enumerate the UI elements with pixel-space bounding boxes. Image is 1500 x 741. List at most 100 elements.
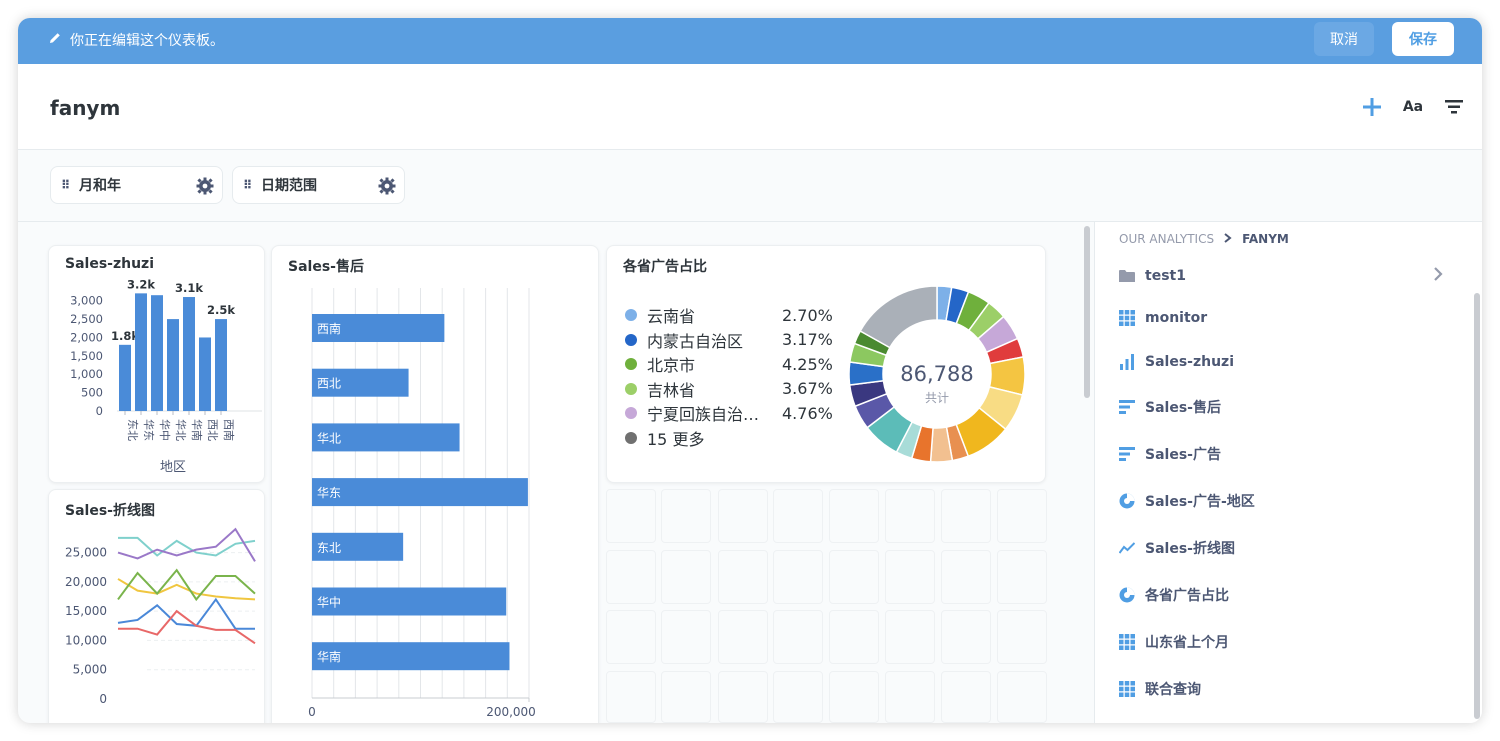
sidebar-item-3[interactable]: Sales-售后: [1119, 395, 1221, 419]
grid-cell: [885, 610, 935, 664]
sidebar-item-5[interactable]: Sales-广告-地区: [1119, 489, 1255, 513]
sidebar-item-label: 山东省上个月: [1145, 635, 1229, 651]
x-tick-label: 200,000: [486, 705, 536, 719]
bar-label: 西南: [317, 321, 341, 336]
table-icon: [1119, 681, 1135, 697]
dashboard-title[interactable]: fanym: [50, 96, 120, 120]
plus-icon[interactable]: [1362, 94, 1382, 120]
sidebar-item-label: monitor: [1145, 310, 1208, 326]
y-tick-label: 3,000: [70, 294, 103, 308]
sidebar-item-7[interactable]: 各省广告占比: [1119, 583, 1229, 607]
legend-pct: 2.70%: [782, 305, 833, 325]
chevron-right-icon[interactable]: [1433, 266, 1443, 286]
filter-icon[interactable]: [1444, 94, 1464, 120]
bar: [312, 478, 528, 507]
x-tick-label: 华东: [142, 419, 156, 441]
drag-handle-icon[interactable]: ⠿: [61, 178, 71, 192]
filter-label: 日期范围: [261, 178, 317, 194]
breadcrumb-root[interactable]: OUR ANALYTICS: [1119, 232, 1214, 246]
cancel-button[interactable]: 取消: [1314, 22, 1374, 56]
sidebar-item-1[interactable]: monitor: [1119, 306, 1207, 330]
grid-cell: [773, 550, 823, 604]
grid-cell: [661, 550, 711, 604]
table-icon: [1119, 634, 1135, 650]
sidebar-item-4[interactable]: Sales-广告: [1119, 442, 1221, 466]
text-card-icon[interactable]: Aa: [1402, 94, 1424, 120]
sidebar-item-9[interactable]: 联合查询: [1119, 677, 1201, 701]
x-tick-label: 华中: [158, 419, 172, 441]
bar: [135, 293, 147, 411]
pie-chart-icon: [1119, 493, 1135, 509]
grid-cell: [773, 489, 823, 543]
y-tick-label: 5,000: [73, 663, 107, 677]
filter-date-range[interactable]: ⠿ 日期范围: [232, 166, 405, 204]
grid-cell: [718, 671, 768, 723]
grid-cell: [997, 610, 1047, 664]
card-sales-line[interactable]: Sales-折线图 0 5,000 10,000 15,000 20,000 25,000…: [48, 489, 265, 723]
x-tick-label: 华南: [190, 419, 204, 441]
legend-item[interactable]: 15 更多: [625, 427, 835, 449]
bar: [312, 587, 507, 616]
chevron-right-icon: [1224, 232, 1232, 246]
dashboard-scrollbar[interactable]: [1084, 226, 1090, 398]
line-chart-icon: [1119, 540, 1135, 556]
y-tick-label: 10,000: [65, 633, 107, 647]
legend-name: 北京市: [647, 356, 696, 375]
save-button[interactable]: 保存: [1392, 22, 1454, 56]
line-chart: 05,00010,00015,00020,00025,000日期: [65, 527, 256, 706]
legend-item[interactable]: 吉林省 3.67%: [625, 378, 835, 400]
pie-chart-icon: [1119, 587, 1135, 603]
grid-cell: [829, 671, 879, 723]
sidebar-item-2[interactable]: Sales-zhuzi: [1119, 350, 1234, 374]
edit-mode-bar: 你正在编辑这个仪表板。 取消 保存: [18, 18, 1482, 64]
legend-item[interactable]: 内蒙古自治区 3.17%: [625, 329, 835, 351]
sidebar-item-label: 各省广告占比: [1145, 588, 1229, 604]
card-sales-shouhou[interactable]: Sales-售后 西南 西北 华北 华东 东北 华中 华南 0 200,000: [271, 245, 599, 723]
donut-total: 86,788: [900, 362, 973, 386]
filter-month-year[interactable]: ⠿ 月和年: [50, 166, 223, 204]
bar: [312, 642, 510, 671]
sidebar-item-0[interactable]: test1: [1119, 264, 1186, 288]
series-line: [117, 568, 256, 602]
add-question-sidebar: OUR ANALYTICS FANYM test1 monitor Sales-zh…: [1094, 222, 1482, 723]
bar-chart-icon: [1119, 354, 1135, 370]
legend-item[interactable]: 云南省 2.70%: [625, 304, 835, 326]
card-sales-zhuzi[interactable]: Sales-zhuzi 0 500 1,000 1,500 2,000 2,500 3,00…: [48, 245, 265, 483]
legend-dot: [625, 333, 637, 346]
sidebar-item-label: Sales-折线图: [1145, 541, 1235, 557]
drag-handle-icon[interactable]: ⠿: [243, 178, 253, 192]
grid-cell: [606, 550, 656, 604]
legend-name: 宁夏回族自治…: [647, 405, 760, 424]
sidebar-scrollbar[interactable]: [1474, 293, 1480, 719]
grid-cell: [661, 489, 711, 543]
data-label: 3.2k: [127, 277, 155, 291]
grid-cell: [718, 550, 768, 604]
grid-cell: [606, 489, 656, 543]
data-label: 2.5k: [207, 303, 235, 317]
pencil-icon: [48, 31, 62, 49]
y-tick-label: 25,000: [65, 546, 107, 560]
legend-item[interactable]: 北京市 4.25%: [625, 353, 835, 375]
legend-pct: 4.25%: [782, 354, 833, 374]
gear-icon[interactable]: [378, 177, 396, 199]
donut-chart: 86,788 共计: [848, 285, 1026, 463]
grid-cell: [829, 550, 879, 604]
sidebar-item-label: Sales-zhuzi: [1145, 354, 1234, 370]
grid-cell: [885, 671, 935, 723]
data-label: 3.1k: [175, 281, 203, 295]
sidebar-item-8[interactable]: 山东省上个月: [1119, 630, 1229, 654]
legend-dot: [625, 407, 637, 419]
gear-icon[interactable]: [196, 177, 214, 199]
y-tick-label: 500: [81, 386, 103, 400]
y-tick-label: 2,000: [70, 330, 103, 344]
grid-cell: [829, 489, 879, 543]
card-province-ads[interactable]: 各省广告占比 云南省 2.70% 内蒙古自治区 3.17% 北京市 4.25% 吉林省 3.6…: [606, 245, 1046, 483]
sidebar-item-6[interactable]: Sales-折线图: [1119, 536, 1235, 560]
bar-label: 西北: [317, 377, 341, 391]
grid-cell: [773, 671, 823, 723]
bar: [199, 337, 211, 411]
grid-cell: [997, 671, 1047, 723]
filter-label: 月和年: [79, 178, 121, 194]
legend-item[interactable]: 宁夏回族自治… 4.76%: [625, 402, 835, 424]
grid-cell: [773, 610, 823, 664]
